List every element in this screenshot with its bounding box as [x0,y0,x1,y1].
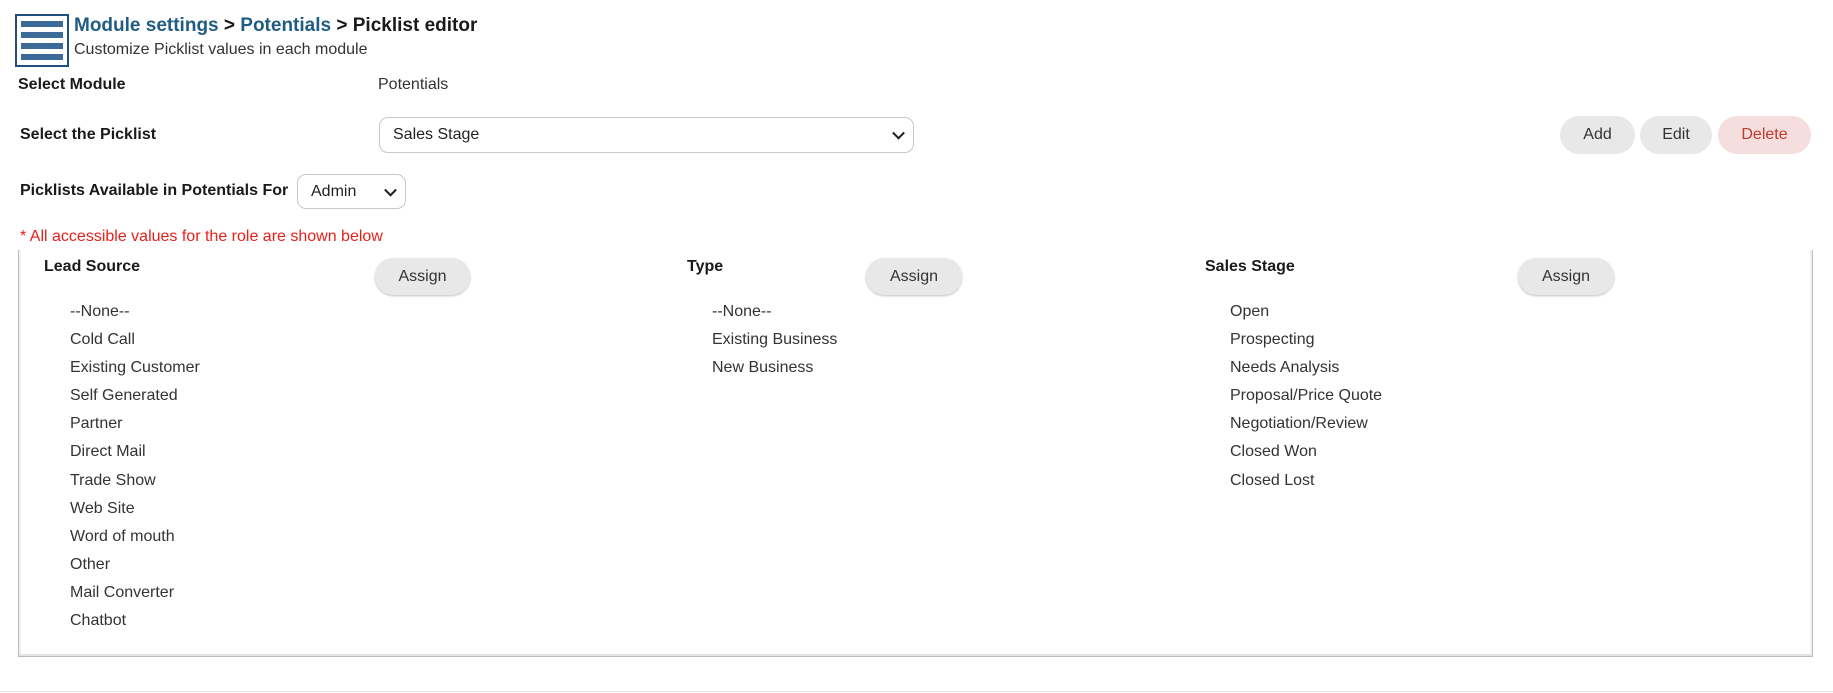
list-item: Self Generated [70,387,178,405]
list-item: Negotiation/Review [1230,415,1368,433]
breadcrumb-separator: > [218,15,241,36]
page-divider [0,691,1833,692]
accessible-values-note: * All accessible values for the role are… [20,228,383,245]
assign-button-lead-source[interactable]: Assign [375,258,470,295]
list-item: Open [1230,303,1270,320]
list-item: New Business [712,359,814,377]
role-select[interactable]: Admin [297,174,406,209]
breadcrumb: Module settings > Potentials > Picklist … [74,15,477,37]
select-module-value: Potentials [378,76,449,93]
list-item: Mail Converter [70,583,175,601]
page-subtitle: Customize Picklist values in each module [74,41,368,58]
list-item: Closed Lost [1230,471,1315,489]
picklist-select[interactable]: Sales Stage [379,117,914,153]
list-item: Chatbot [70,612,127,630]
chevron-down-icon [384,183,397,197]
list-item: Needs Analysis [1230,359,1340,377]
breadcrumb-potentials[interactable]: Potentials [240,15,331,36]
role-select-value: Admin [311,182,357,200]
chevron-down-icon [892,126,905,140]
list-item: Existing Business [712,331,838,349]
picklist-values-panel [18,250,1813,657]
list-item: Trade Show [70,471,156,489]
list-item: Proposal/Price Quote [1230,387,1383,405]
delete-button[interactable]: Delete [1718,116,1811,154]
list-item: Direct Mail [70,443,146,461]
column-title-sales-stage: Sales Stage [1205,258,1295,275]
list-item: --None-- [70,303,130,320]
available-for-label: Picklists Available in Potentials For [20,182,289,199]
breadcrumb-separator: > [331,15,353,36]
add-button[interactable]: Add [1560,116,1635,154]
list-item: Other [70,555,111,573]
breadcrumb-module-settings[interactable]: Module settings [74,15,219,36]
sales-stage-values: Open Prospecting Needs Analysis Proposal… [1230,298,1382,495]
list-item: --None-- [712,303,772,320]
list-item: Existing Customer [70,359,200,377]
lead-source-values: --None-- Cold Call Existing Customer Sel… [70,298,200,635]
select-picklist-label: Select the Picklist [20,126,157,143]
list-item: Prospecting [1230,331,1315,349]
column-title-type: Type [687,258,724,275]
edit-button[interactable]: Edit [1640,116,1712,154]
assign-button-type[interactable]: Assign [866,258,962,295]
list-icon [15,14,69,67]
list-item: Closed Won [1230,443,1317,461]
select-module-label: Select Module [18,76,126,93]
list-item: Web Site [70,499,135,517]
list-item: Word of mouth [70,527,175,545]
picklist-select-value: Sales Stage [393,126,480,143]
type-values: --None-- Existing Business New Business [712,298,837,382]
assign-button-sales-stage[interactable]: Assign [1518,258,1614,295]
list-item: Cold Call [70,331,135,349]
breadcrumb-picklist-editor: Picklist editor [352,15,478,36]
column-title-lead-source: Lead Source [44,258,141,275]
list-item: Partner [70,415,123,433]
